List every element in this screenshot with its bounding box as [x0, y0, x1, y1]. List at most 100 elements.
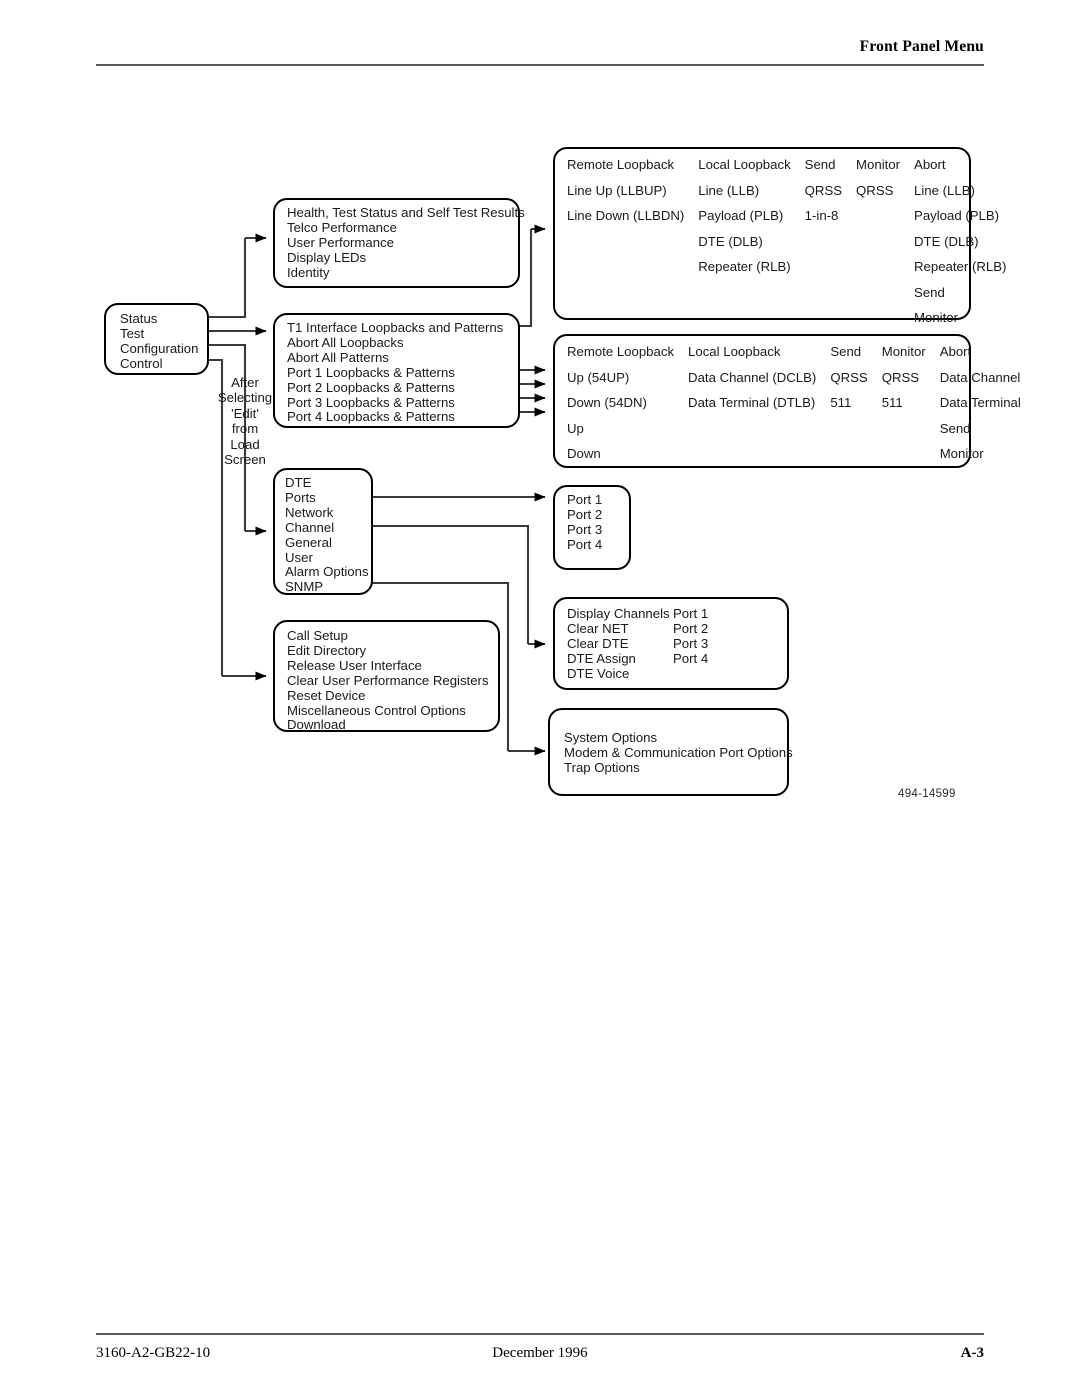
table-cell: Data Channel: [939, 369, 1021, 385]
test-item[interactable]: Port 1 Loopbacks & Patterns: [287, 365, 503, 381]
configuration-item[interactable]: Network: [285, 505, 369, 521]
configuration-item[interactable]: SNMP: [285, 579, 369, 595]
status-item[interactable]: Display LEDs: [287, 250, 525, 266]
channel-port-item[interactable]: Port 4: [673, 651, 708, 667]
configuration-item[interactable]: General: [285, 535, 369, 551]
table-cell: Line Up (LLBUP): [567, 182, 667, 198]
table-cell: Data Terminal: [939, 395, 1021, 410]
configuration-item[interactable]: DTE: [285, 475, 369, 491]
table-row: Line Up (LLBUP) Line (LLB) QRSS QRSS Lin…: [567, 183, 1006, 209]
table-row: Repeater (RLB) Repeater (RLB): [567, 259, 1006, 285]
channel-item[interactable]: Clear DTE: [567, 636, 670, 652]
table-cell: 511: [830, 395, 852, 410]
test-item[interactable]: T1 Interface Loopbacks and Patterns: [287, 320, 503, 336]
table-cell: Monitor: [939, 446, 984, 461]
ports-item[interactable]: Port 1: [567, 492, 602, 508]
configuration-submenu-box: DTE Ports Network Channel General User A…: [273, 468, 373, 595]
table-row: DTE (DLB) DTE (DLB): [567, 234, 1006, 260]
status-item[interactable]: User Performance: [287, 235, 525, 251]
note-line: After: [231, 375, 259, 390]
t1-loopback-table-box: Remote Loopback Local Loopback Send Moni…: [553, 147, 1006, 325]
channel-item[interactable]: Clear NET: [567, 621, 670, 637]
configuration-item[interactable]: Channel: [285, 520, 369, 536]
note-line: from: [231, 421, 259, 437]
channel-item[interactable]: DTE Voice: [567, 666, 670, 682]
configuration-item[interactable]: User: [285, 550, 369, 566]
table-cell: Up: [567, 420, 584, 436]
table-cell: [856, 208, 914, 234]
table-cell: [567, 285, 698, 311]
configuration-item[interactable]: Ports: [285, 490, 369, 506]
note-line: Selecting: [217, 390, 273, 406]
column-header: Local Loopback: [698, 157, 791, 172]
main-menu-item[interactable]: Configuration: [120, 341, 198, 357]
table-cell: Up (54UP): [567, 369, 630, 385]
control-item[interactable]: Clear User Performance Registers: [287, 673, 489, 689]
table-row: Up (54UP) Data Channel (DCLB) QRSS QRSS …: [567, 370, 1021, 396]
table-header-row: Remote Loopback Local Loopback Send Moni…: [567, 157, 1006, 183]
ports-item[interactable]: Port 2: [567, 507, 602, 523]
channel-submenu-box: Display Channels Clear NET Clear DTE DTE…: [553, 597, 789, 690]
snmp-item[interactable]: Trap Options: [564, 760, 793, 776]
table-row: Down Monitor: [567, 446, 1021, 472]
note-line: Screen: [224, 452, 266, 468]
main-menu-item[interactable]: Control: [120, 356, 198, 372]
column-header: Local Loopback: [688, 344, 781, 359]
table-cell: [882, 446, 940, 472]
table-cell: Send: [939, 420, 971, 436]
table-cell: [567, 259, 698, 285]
test-item[interactable]: Port 3 Loopbacks & Patterns: [287, 395, 503, 411]
main-menu-item[interactable]: Status: [120, 311, 198, 327]
channel-port-item[interactable]: Port 1: [673, 606, 708, 622]
table-cell: [805, 259, 856, 285]
table-cell: Repeater (RLB): [698, 259, 791, 274]
test-submenu-box: T1 Interface Loopbacks and Patterns Abor…: [273, 313, 520, 428]
ports-item[interactable]: Port 3: [567, 522, 602, 538]
control-item[interactable]: Reset Device: [287, 688, 489, 704]
channel-item[interactable]: DTE Assign: [567, 651, 670, 667]
table-cell: [805, 310, 856, 336]
page-number: A-3: [960, 1345, 984, 1361]
status-item[interactable]: Identity: [287, 265, 525, 281]
channel-port-item[interactable]: Port 2: [673, 621, 708, 637]
test-item[interactable]: Port 4 Loopbacks & Patterns: [287, 410, 503, 425]
snmp-item[interactable]: System Options: [564, 730, 793, 746]
test-item[interactable]: Abort All Patterns: [287, 350, 503, 366]
control-item[interactable]: Release User Interface: [287, 658, 489, 674]
ports-item[interactable]: Port 4: [567, 537, 602, 553]
table-cell: QRSS: [881, 369, 920, 385]
control-item[interactable]: Call Setup: [287, 628, 489, 644]
snmp-item[interactable]: Modem & Communication Port Options: [564, 745, 793, 761]
table-cell: [698, 310, 804, 336]
figure-id: 494-14599: [898, 788, 956, 800]
status-item[interactable]: Health, Test Status and Self Test Result…: [287, 205, 525, 221]
table-cell: [856, 285, 914, 311]
note-line: 'Edit': [231, 405, 259, 421]
table-cell: [882, 421, 940, 447]
column-header: Abort: [914, 157, 946, 172]
status-item[interactable]: Telco Performance: [287, 220, 525, 236]
table-cell: [805, 234, 856, 260]
table-cell: Down (54DN): [567, 395, 647, 410]
footer-rule: [96, 1333, 984, 1335]
table-cell: Send: [914, 284, 945, 300]
configuration-item[interactable]: Alarm Options: [285, 565, 369, 580]
publication-date: December 1996: [492, 1345, 588, 1361]
table-cell: [688, 421, 830, 447]
table-cell: [856, 310, 914, 336]
page-footer: 3160-A2-GB22-10 December 1996 A-3: [96, 1333, 984, 1373]
main-menu-item[interactable]: Test: [120, 326, 198, 342]
control-item[interactable]: Download: [287, 718, 489, 733]
table-cell: Line (LLB): [698, 182, 760, 198]
channel-port-item[interactable]: Port 3: [673, 636, 708, 652]
column-header: Remote Loopback: [567, 344, 675, 359]
test-item[interactable]: Abort All Loopbacks: [287, 335, 503, 351]
control-item[interactable]: Miscellaneous Control Options: [287, 703, 489, 719]
channel-item[interactable]: Display Channels: [567, 606, 670, 622]
table-cell: DTE (DLB): [914, 233, 979, 249]
edit-load-screen-note: After Selecting 'Edit' from Load Screen: [212, 375, 278, 467]
table-cell: 511: [881, 395, 903, 410]
control-item[interactable]: Edit Directory: [287, 643, 489, 659]
table-cell: [688, 446, 830, 472]
test-item[interactable]: Port 2 Loopbacks & Patterns: [287, 380, 503, 396]
